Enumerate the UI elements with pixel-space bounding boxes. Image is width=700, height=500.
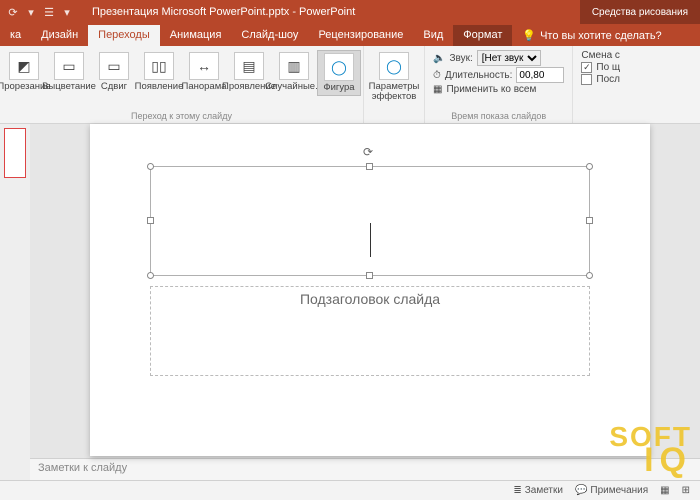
tab-view[interactable]: Вид bbox=[413, 25, 453, 46]
duration-input[interactable] bbox=[516, 67, 564, 83]
reveal-icon bbox=[234, 52, 264, 80]
sound-select[interactable]: [Нет звука] bbox=[477, 50, 541, 66]
workspace: ⟳ Подзаголовок слайда Заметки к bbox=[0, 124, 700, 480]
resize-handle[interactable] bbox=[366, 163, 373, 170]
thumbnail-panel[interactable] bbox=[0, 124, 30, 480]
resize-handle[interactable] bbox=[366, 272, 373, 279]
comments-toggle[interactable]: 💬Примечания bbox=[575, 485, 648, 496]
caret-down-icon[interactable]: ▾ bbox=[24, 5, 38, 19]
resize-handle[interactable] bbox=[147, 163, 154, 170]
panorama-icon bbox=[189, 52, 219, 80]
tab-format[interactable]: Формат bbox=[453, 25, 512, 46]
cut-icon bbox=[9, 52, 39, 80]
notes-pane[interactable]: Заметки к слайду bbox=[30, 458, 700, 480]
resize-handle[interactable] bbox=[586, 272, 593, 279]
lightbulb-icon: 💡 bbox=[522, 29, 536, 42]
quick-access-toolbar: ⟳ ▾ ☰ ▾ bbox=[0, 5, 80, 19]
transition-random[interactable]: Случайные... bbox=[272, 50, 316, 94]
tab-design[interactable]: Дизайн bbox=[31, 25, 88, 46]
shape-icon bbox=[324, 53, 354, 81]
ribbon-tabs: ка Дизайн Переходы Анимация Слайд-шоу Ре… bbox=[0, 24, 700, 46]
sound-icon: 🔈 bbox=[433, 53, 445, 64]
slide-thumbnail-1[interactable] bbox=[4, 128, 26, 178]
advance-label: Смена с bbox=[581, 50, 620, 61]
notes-toggle[interactable]: ≣Заметки bbox=[513, 485, 563, 496]
timing-controls: 🔈 Звук: [Нет звука] ⏱ Длительность: ▦Приме… bbox=[427, 46, 570, 111]
qat-more-icon[interactable]: ▾ bbox=[60, 5, 74, 19]
tell-me-label: Что вы хотите сделать? bbox=[540, 30, 662, 42]
subtitle-placeholder[interactable]: Подзаголовок слайда bbox=[150, 286, 590, 376]
apply-all-button[interactable]: ▦Применить ко всем bbox=[433, 84, 536, 95]
duration-label: Длительность: bbox=[445, 70, 513, 81]
view-sorter-icon[interactable]: ⊞ bbox=[682, 485, 690, 496]
advance-controls: Смена с ✓По щ Посл bbox=[575, 46, 626, 111]
wipe-icon bbox=[144, 52, 174, 80]
resize-handle[interactable] bbox=[586, 217, 593, 224]
touch-mode-icon[interactable]: ☰ bbox=[42, 5, 56, 19]
tab-home[interactable]: ка bbox=[0, 25, 31, 46]
transition-fade[interactable]: Выцветание bbox=[47, 50, 91, 94]
text-cursor bbox=[370, 223, 371, 257]
subtitle-placeholder-text: Подзаголовок слайда bbox=[151, 287, 589, 307]
transition-panorama[interactable]: Панорама bbox=[182, 50, 226, 94]
fade-icon bbox=[54, 52, 84, 80]
group-label-transition: Переход к этому слайду bbox=[2, 111, 361, 123]
transition-shape[interactable]: Фигура bbox=[317, 50, 361, 96]
slide-area: ⟳ Подзаголовок слайда Заметки к bbox=[30, 124, 700, 480]
resize-handle[interactable] bbox=[586, 163, 593, 170]
status-bar: ≣Заметки 💬Примечания ▦ ⊞ bbox=[0, 480, 700, 500]
view-normal-icon[interactable]: ▦ bbox=[660, 485, 669, 496]
tab-animation[interactable]: Анимация bbox=[160, 25, 232, 46]
effect-options-icon bbox=[379, 52, 409, 80]
group-label-timing: Время показа слайдов bbox=[427, 111, 570, 123]
slide[interactable]: ⟳ Подзаголовок слайда bbox=[90, 124, 650, 456]
tab-transitions[interactable]: Переходы bbox=[88, 25, 160, 46]
autosave-icon[interactable]: ⟳ bbox=[6, 5, 20, 19]
effect-options-button[interactable]: Параметры эффектов bbox=[366, 50, 422, 105]
slide-canvas[interactable]: ⟳ Подзаголовок слайда bbox=[30, 124, 700, 458]
resize-handle[interactable] bbox=[147, 272, 154, 279]
transition-cut[interactable]: Прорезание bbox=[2, 50, 46, 94]
random-icon bbox=[279, 52, 309, 80]
tab-slideshow[interactable]: Слайд-шоу bbox=[231, 25, 308, 46]
sound-label: Звук: bbox=[449, 53, 472, 64]
rotate-handle-icon[interactable]: ⟳ bbox=[363, 145, 373, 159]
apply-all-icon: ▦ bbox=[433, 84, 442, 95]
on-click-checkbox[interactable]: ✓ bbox=[581, 62, 592, 73]
ribbon: Прорезание Выцветание Сдвиг Появление Па… bbox=[0, 46, 700, 124]
after-checkbox[interactable] bbox=[581, 74, 592, 85]
tab-review[interactable]: Рецензирование bbox=[308, 25, 413, 46]
title-placeholder[interactable]: ⟳ bbox=[150, 166, 590, 276]
transition-wipe[interactable]: Появление bbox=[137, 50, 181, 94]
window-title: Презентация Microsoft PowerPoint.pptx - … bbox=[80, 6, 580, 18]
resize-handle[interactable] bbox=[147, 217, 154, 224]
tell-me[interactable]: 💡 Что вы хотите сделать? bbox=[512, 25, 671, 46]
push-icon bbox=[99, 52, 129, 80]
title-bar: ⟳ ▾ ☰ ▾ Презентация Microsoft PowerPoint… bbox=[0, 0, 700, 24]
comments-icon: 💬 bbox=[575, 485, 587, 496]
transition-push[interactable]: Сдвиг bbox=[92, 50, 136, 94]
contextual-tab-group: Средства рисования bbox=[580, 0, 700, 24]
notes-placeholder-text: Заметки к слайду bbox=[38, 462, 127, 474]
clock-icon: ⏱ bbox=[433, 70, 441, 81]
notes-icon: ≣ bbox=[513, 485, 521, 496]
